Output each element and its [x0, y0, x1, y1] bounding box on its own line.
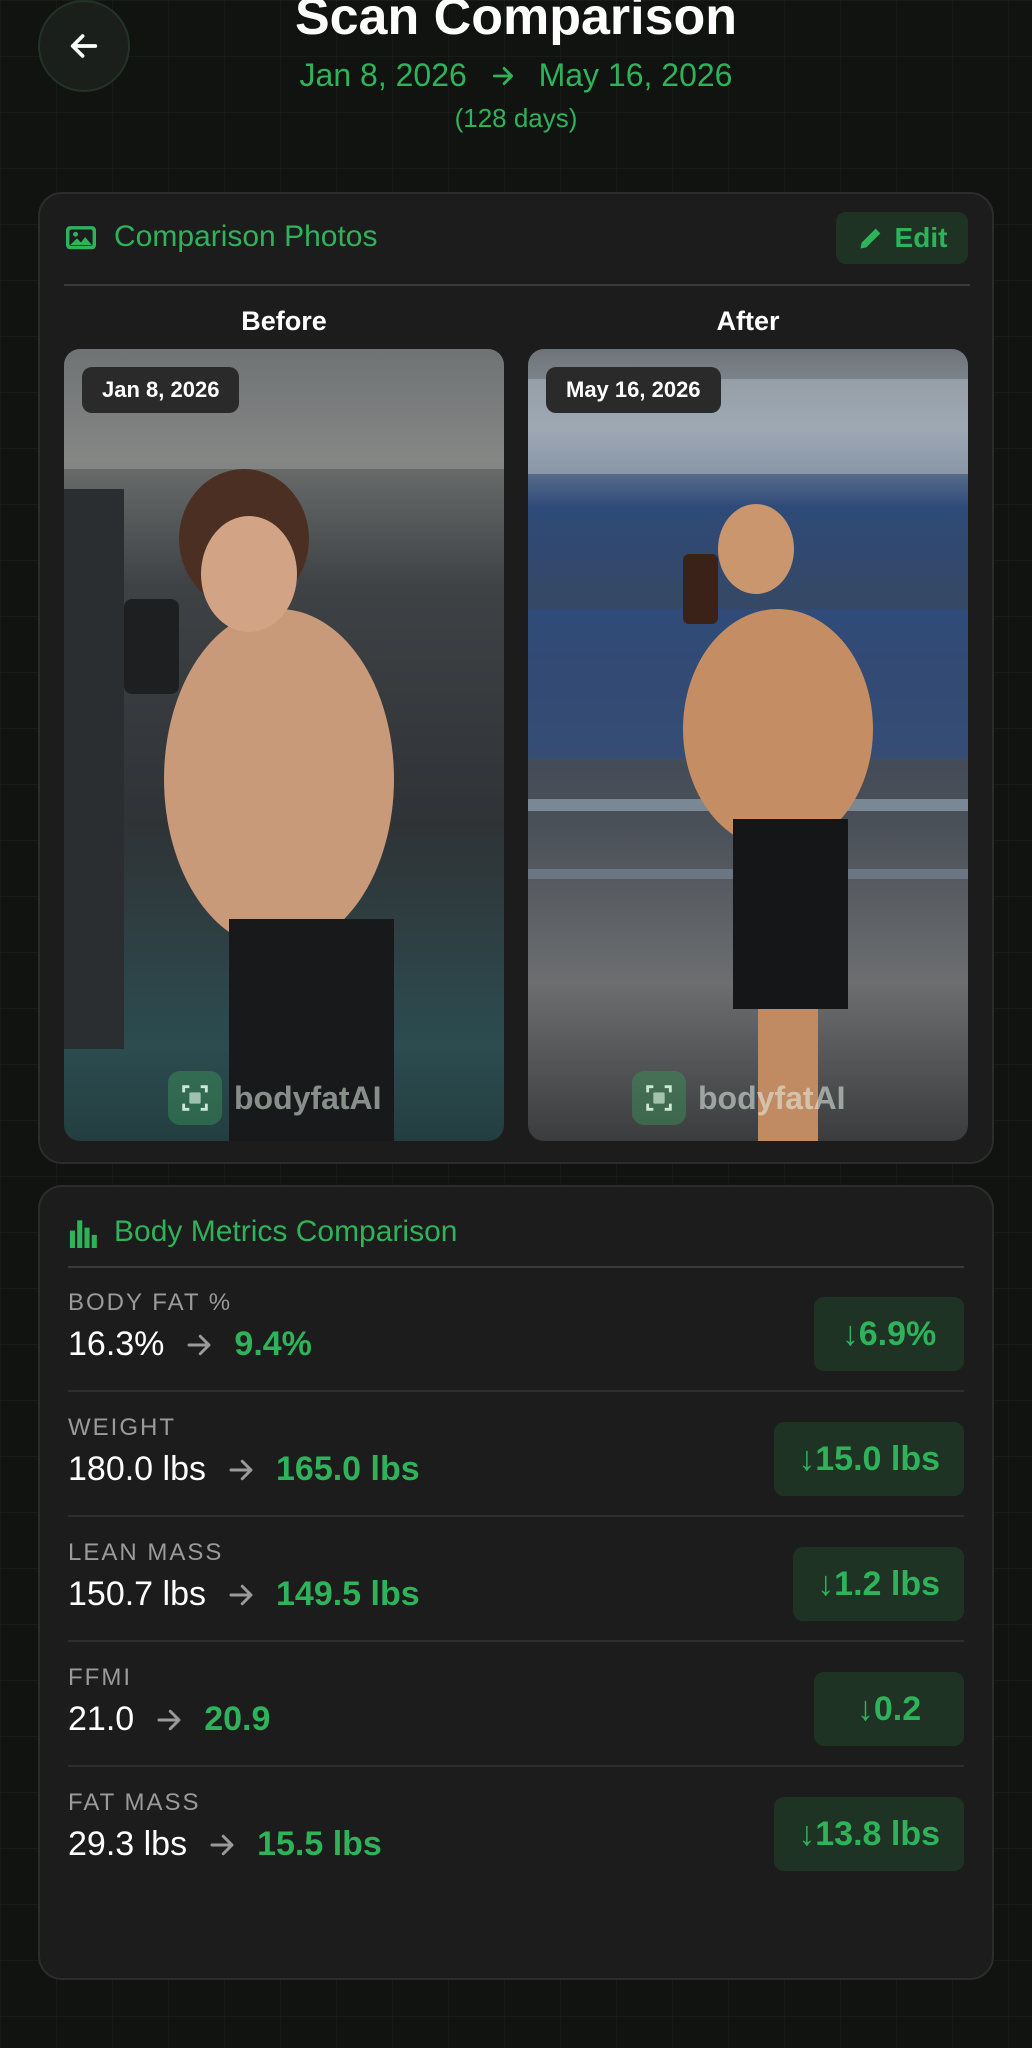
metric-label: FAT MASS	[68, 1789, 201, 1816]
metric-row-weight: WEIGHT 180.0 lbs 165.0 lbs ↓15.0 lbs	[68, 1392, 964, 1517]
metric-after: 165.0 lbs	[276, 1450, 420, 1488]
after-watermark: bodyfatAI	[632, 1071, 846, 1125]
arrow-right-icon	[229, 1584, 253, 1605]
image-icon	[66, 226, 96, 250]
metrics-card-title: Body Metrics Comparison	[114, 1215, 458, 1248]
body-metrics-card: Body Metrics Comparison BODY FAT % 16.3%…	[38, 1185, 994, 1980]
arrow-right-icon	[187, 1334, 211, 1355]
metric-before: 29.3 lbs	[68, 1825, 188, 1863]
metric-after: 9.4%	[234, 1325, 312, 1363]
after-label: After	[716, 306, 780, 336]
metric-row-body-fat: BODY FAT % 16.3% 9.4% ↓6.9%	[68, 1267, 964, 1392]
bodyfatai-logo-icon	[632, 1071, 686, 1125]
before-photo-date: Jan 8, 2026	[82, 367, 240, 413]
after-photo[interactable]: May 16, 2026 bodyfatAI	[528, 349, 968, 1141]
metric-before: 21.0	[68, 1700, 135, 1738]
before-label: Before	[241, 306, 327, 336]
end-date: May 16, 2026	[538, 57, 733, 93]
metric-after: 20.9	[204, 1700, 271, 1738]
metric-label: BODY FAT %	[68, 1289, 233, 1316]
before-watermark: bodyfatAI	[168, 1071, 382, 1125]
metric-before: 150.7 lbs	[68, 1575, 206, 1613]
photos-card-title: Comparison Photos	[114, 220, 378, 253]
start-date: Jan 8, 2026	[299, 57, 467, 93]
metrics-card-header: Body Metrics Comparison	[68, 1215, 457, 1249]
edit-label: Edit	[894, 222, 948, 253]
metric-delta-badge: ↓0.2	[814, 1672, 964, 1746]
before-photo[interactable]: Jan 8, 2026 bodyfatAI	[64, 349, 504, 1141]
photos-divider	[64, 284, 970, 286]
bodyfatai-logo-icon	[168, 1071, 222, 1125]
metric-after: 149.5 lbs	[276, 1575, 420, 1613]
arrow-right-icon	[490, 57, 525, 93]
metric-before: 16.3%	[68, 1325, 165, 1363]
arrow-right-icon	[210, 1834, 234, 1855]
metric-values: 21.0 20.9	[68, 1700, 270, 1739]
metric-delta-badge: ↓1.2 lbs	[793, 1547, 964, 1621]
metric-after: 15.5 lbs	[257, 1825, 382, 1863]
metric-label: WEIGHT	[68, 1414, 176, 1441]
date-range: Jan 8, 2026 May 16, 2026	[0, 55, 1032, 95]
bar-chart-icon	[69, 1220, 97, 1248]
photos-card-header: Comparison Photos	[64, 220, 377, 254]
metric-delta-badge: ↓15.0 lbs	[774, 1422, 964, 1496]
after-photo-date: May 16, 2026	[546, 367, 721, 413]
duration-days: (128 days)	[454, 103, 578, 133]
after-photo-image	[528, 379, 968, 1141]
metric-delta-badge: ↓6.9%	[814, 1297, 964, 1371]
metric-row-ffmi: FFMI 21.0 20.9 ↓0.2	[68, 1642, 964, 1767]
arrow-right-icon	[157, 1709, 181, 1730]
after-watermark-text: bodyfatAI	[698, 1079, 846, 1116]
comparison-photos-card: Comparison Photos Edit Before After Jan …	[38, 192, 994, 1164]
arrow-right-icon	[229, 1459, 253, 1480]
page-title: Scan Comparison	[294, 0, 738, 46]
metric-values: 16.3% 9.4%	[68, 1325, 312, 1364]
before-photo-image	[64, 349, 504, 1141]
pencil-icon	[860, 228, 880, 249]
metric-label: FFMI	[68, 1664, 132, 1691]
edit-button[interactable]: Edit	[836, 212, 968, 264]
metric-row-lean-mass: LEAN MASS 150.7 lbs 149.5 lbs ↓1.2 lbs	[68, 1517, 964, 1642]
before-watermark-text: bodyfatAI	[234, 1079, 382, 1116]
metric-label: LEAN MASS	[68, 1539, 224, 1566]
metric-delta-badge: ↓13.8 lbs	[774, 1797, 964, 1871]
metric-values: 150.7 lbs 149.5 lbs	[68, 1575, 420, 1614]
metric-before: 180.0 lbs	[68, 1450, 206, 1488]
metric-values: 180.0 lbs 165.0 lbs	[68, 1450, 420, 1489]
metric-row-fat-mass: FAT MASS 29.3 lbs 15.5 lbs ↓13.8 lbs	[68, 1767, 964, 1892]
metric-values: 29.3 lbs 15.5 lbs	[68, 1825, 382, 1864]
